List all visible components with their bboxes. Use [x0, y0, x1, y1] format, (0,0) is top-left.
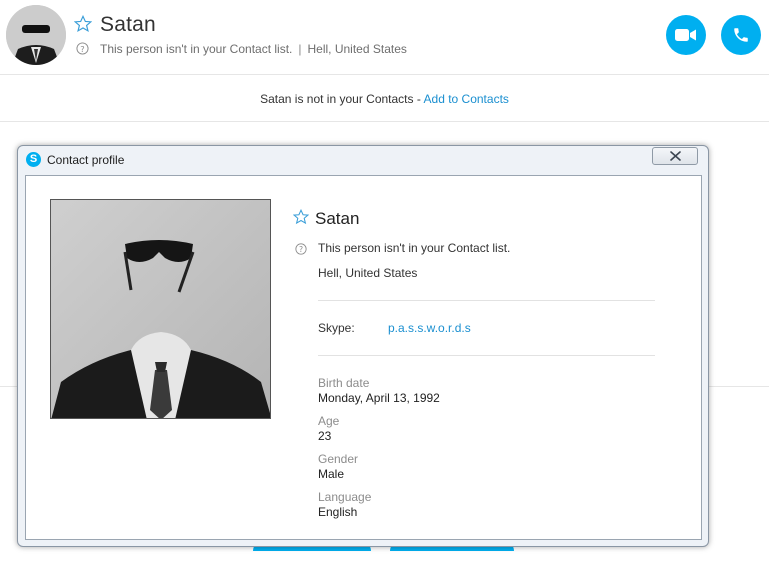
section-divider — [318, 300, 655, 301]
skype-name-value[interactable]: p.a.s.s.w.o.r.d.s — [388, 321, 471, 335]
question-circle-icon: ? — [76, 42, 89, 55]
skype-logo-icon: S — [26, 152, 41, 167]
language-value: English — [318, 505, 358, 519]
birth-date-label: Birth date — [318, 376, 370, 390]
gender-label: Gender — [318, 452, 359, 466]
age-label: Age — [318, 414, 340, 428]
favorite-star-icon[interactable] — [293, 209, 309, 225]
phone-icon — [734, 28, 748, 42]
contact-name: Satan — [100, 13, 156, 36]
favorite-star-icon[interactable] — [74, 15, 92, 33]
section-divider — [318, 355, 655, 356]
audio-call-button[interactable] — [721, 15, 761, 55]
contact-avatar[interactable] — [6, 5, 66, 65]
dialog-titlebar[interactable]: S Contact profile — [18, 146, 708, 175]
video-call-button[interactable] — [666, 15, 706, 55]
contact-status: This person isn't in your Contact list. — [100, 42, 293, 56]
question-circle-icon: ? — [295, 243, 307, 255]
dialog-close-button[interactable] — [652, 147, 698, 165]
profile-photo — [50, 199, 271, 419]
video-camera-icon — [675, 29, 696, 41]
not-in-contacts-notice: Satan is not in your Contacts - Add to C… — [0, 76, 769, 122]
profile-location: Hell, United States — [318, 266, 418, 280]
dialog-title: Contact profile — [47, 153, 125, 167]
svg-text:?: ? — [299, 245, 303, 254]
notice-text: Satan is not in your Contacts - — [260, 92, 421, 106]
contact-location: Hell, United States — [307, 42, 407, 56]
conversation-header: Satan ? This person isn't in your Contac… — [0, 0, 769, 75]
birth-date-value: Monday, April 13, 1992 — [318, 391, 440, 405]
profile-status: This person isn't in your Contact list. — [318, 241, 511, 255]
contact-subtitle: This person isn't in your Contact list. |… — [100, 42, 407, 56]
close-icon — [669, 151, 681, 161]
gender-value: Male — [318, 467, 345, 481]
svg-text:?: ? — [80, 44, 84, 54]
subtitle-separator: | — [298, 42, 302, 56]
dialog-content: Satan ? This person isn't in your Contac… — [25, 175, 702, 540]
skype-name-label: Skype: — [318, 321, 355, 335]
language-label: Language — [318, 490, 372, 504]
add-to-contacts-link[interactable]: Add to Contacts — [424, 92, 509, 106]
profile-name: Satan — [315, 209, 360, 228]
contact-profile-dialog: S Contact profile Satan ? This person is… — [17, 145, 709, 547]
age-value: 23 — [318, 429, 332, 443]
